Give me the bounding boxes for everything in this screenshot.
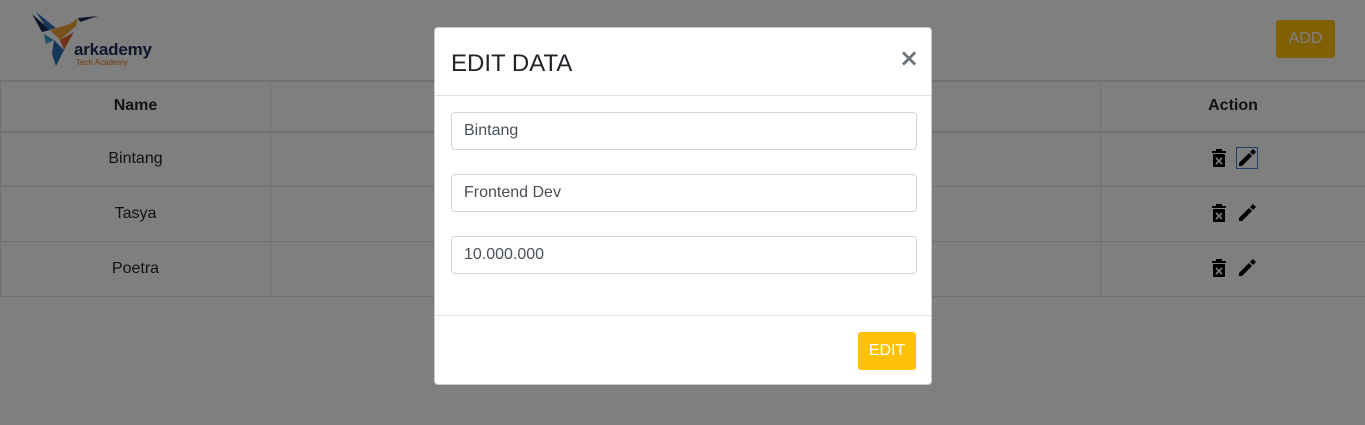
salary-field[interactable]: [451, 236, 917, 274]
modal-header: EDIT DATA ×: [435, 28, 931, 96]
edit-submit-button[interactable]: EDIT: [858, 332, 916, 370]
position-field[interactable]: [451, 174, 917, 212]
edit-modal: EDIT DATA × EDIT: [434, 27, 932, 385]
close-icon[interactable]: ×: [897, 46, 921, 70]
modal-footer: EDIT: [435, 315, 931, 385]
modal-title: EDIT DATA: [451, 50, 573, 77]
name-field[interactable]: [451, 112, 917, 150]
